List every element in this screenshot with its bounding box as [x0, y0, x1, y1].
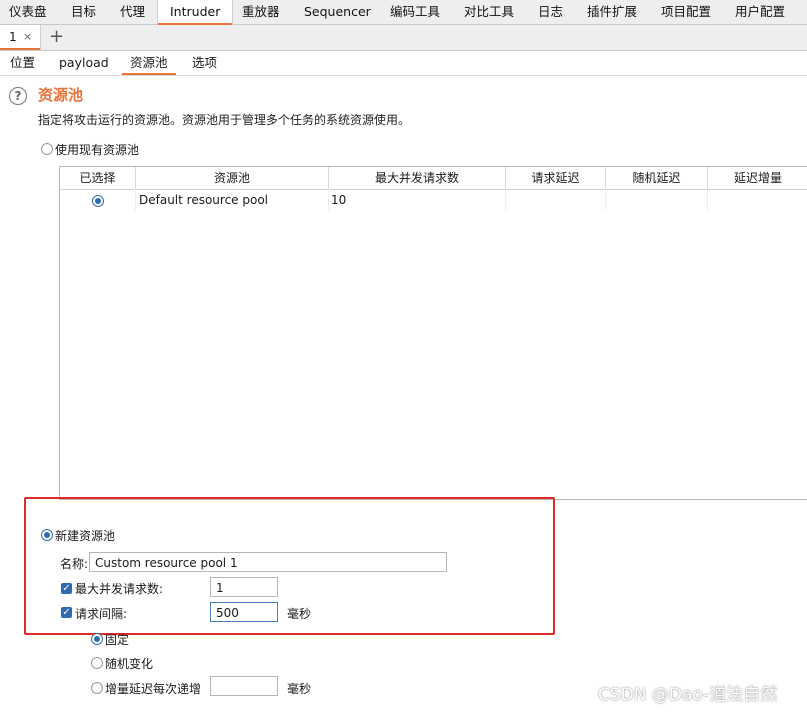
- fixed-delay-label: 固定: [105, 633, 130, 647]
- column-selected[interactable]: 已选择: [60, 167, 136, 189]
- fixed-delay-radio[interactable]: [91, 633, 103, 645]
- menu-target[interactable]: 目标: [71, 0, 96, 24]
- tab-1[interactable]: 1 ×: [0, 25, 41, 50]
- close-icon[interactable]: ×: [23, 30, 32, 43]
- use-existing-pool-label: 使用现有资源池: [55, 143, 140, 157]
- section-title: 资源池: [38, 86, 84, 104]
- increment-delay-radio[interactable]: [91, 682, 103, 694]
- new-pool-radio[interactable]: [41, 529, 53, 541]
- column-delay-increment[interactable]: 延迟增量: [708, 167, 807, 189]
- help-icon[interactable]: ?: [9, 87, 27, 105]
- increment-delay-input[interactable]: [210, 676, 278, 696]
- increment-delay-label: 增量延迟每次递增: [105, 682, 202, 696]
- column-max-concurrent[interactable]: 最大并发请求数: [329, 167, 506, 189]
- menu-proxy[interactable]: 代理: [120, 0, 145, 24]
- random-delay-radio[interactable]: [91, 657, 103, 669]
- request-delay-checkbox[interactable]: ✓: [61, 607, 72, 618]
- random-delay-label: 随机变化: [105, 657, 154, 671]
- increment-delay-unit: 毫秒: [287, 682, 312, 696]
- max-concurrent-input[interactable]: 1: [210, 577, 278, 597]
- request-delay-label: 请求间隔:: [75, 607, 128, 621]
- menu-repeater[interactable]: 重放器: [242, 0, 280, 24]
- intruder-sub-tabs: 位置 payload 资源池 选项: [0, 51, 807, 76]
- max-concurrent-label: 最大并发请求数:: [75, 582, 164, 596]
- attack-tab-row: 1 × +: [0, 25, 807, 51]
- row-max-concurrent: 10: [331, 193, 347, 207]
- menu-intruder[interactable]: Intruder: [157, 0, 234, 25]
- column-request-delay[interactable]: 请求延迟: [506, 167, 606, 189]
- column-random-delay[interactable]: 随机延迟: [606, 167, 708, 189]
- menu-comparer[interactable]: 对比工具: [464, 0, 514, 24]
- menu-user-options[interactable]: 用户配置: [735, 0, 785, 24]
- menu-project-options[interactable]: 项目配置: [661, 0, 711, 24]
- menu-dashboard[interactable]: 仪表盘: [9, 0, 47, 24]
- csdn-watermark: CSDN @Dao-道法自然: [598, 685, 778, 705]
- request-delay-unit: 毫秒: [287, 607, 312, 621]
- pool-name-input[interactable]: Custom resource pool 1: [89, 552, 447, 572]
- menu-decoder[interactable]: 编码工具: [390, 0, 440, 24]
- row-pool-name: Default resource pool: [139, 193, 269, 207]
- row-selected-radio[interactable]: [92, 195, 104, 207]
- tab-1-label: 1: [9, 30, 17, 44]
- menu-sequencer[interactable]: Sequencer: [304, 0, 371, 24]
- table-header: 已选择 资源池 最大并发请求数 请求延迟 随机延迟 延迟增量: [60, 167, 807, 190]
- new-pool-label: 新建资源池: [55, 529, 116, 543]
- menu-logger[interactable]: 日志: [538, 0, 563, 24]
- menu-extensions[interactable]: 插件扩展: [587, 0, 637, 24]
- section-description: 指定将攻击运行的资源池。资源池用于管理多个任务的系统资源使用。: [38, 113, 411, 127]
- name-label: 名称:: [60, 557, 89, 571]
- main-menu-bar: 仪表盘 目标 代理 Intruder 重放器 Sequencer 编码工具 对比…: [0, 0, 807, 25]
- resource-pool-table: 已选择 资源池 最大并发请求数 请求延迟 随机延迟 延迟增量 Default r…: [59, 166, 807, 500]
- tab-resource-pool[interactable]: 资源池: [122, 51, 175, 75]
- max-concurrent-checkbox[interactable]: ✓: [61, 583, 72, 594]
- tab-positions[interactable]: 位置: [10, 51, 35, 75]
- column-pool[interactable]: 资源池: [136, 167, 329, 189]
- add-tab-icon[interactable]: +: [49, 26, 64, 47]
- request-delay-input[interactable]: 500: [210, 602, 278, 622]
- use-existing-pool-radio[interactable]: [41, 143, 53, 155]
- tab-payloads[interactable]: payload: [59, 51, 109, 75]
- tab-options[interactable]: 选项: [192, 51, 217, 75]
